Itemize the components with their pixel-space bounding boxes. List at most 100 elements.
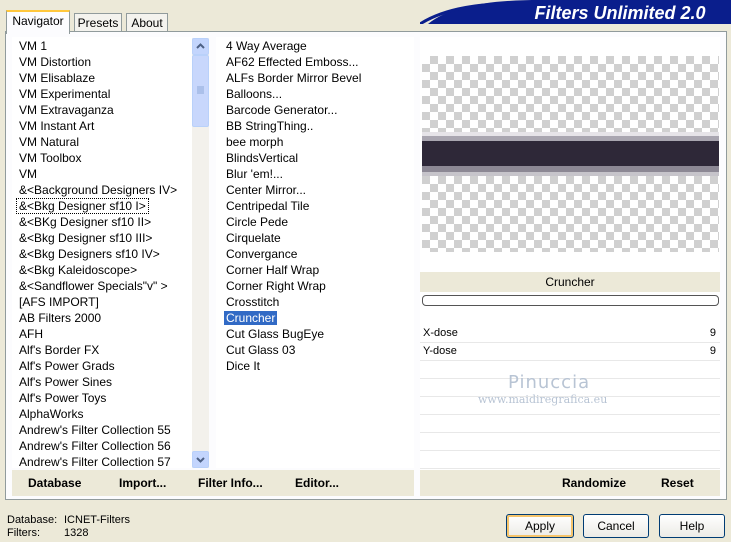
watermark-url: www.maidiregrafica.eu [478,393,608,406]
param-value: 9 [709,345,716,357]
list-item[interactable]: &<BKg Designer sf10 II> [17,214,153,230]
list-item[interactable]: Barcode Generator... [224,102,339,118]
list-item-label: Center Mirror... [226,183,307,197]
status-filters-label: Filters: [7,527,40,539]
list-item[interactable]: Dice It [224,358,262,374]
status-database-value: ICNET-Filters [64,514,130,526]
list-item-label: &<Bkg Designer sf10 III> [19,231,153,245]
list-item[interactable]: Cirquelate [224,230,283,246]
list-item-label: Dice It [226,359,261,373]
list-item[interactable]: Alf's Power Sines [17,374,114,390]
list-item[interactable]: VM Natural [17,134,81,150]
status-database-label: Database: [7,514,58,526]
list-item[interactable]: Blur 'em!... [224,166,285,182]
filter-info-button[interactable]: Filter Info... [198,476,263,490]
list-item[interactable]: &<Bkg Designers sf10 IV> [17,246,162,262]
list-item[interactable]: VM 1 [17,38,49,54]
list-item[interactable]: Crosstitch [224,294,281,310]
param-label: X-dose [423,327,458,339]
list-item[interactable]: Andrew's Filter Collection 55 [17,422,173,438]
param-row-x-dose[interactable]: X-dose 9 [420,325,720,343]
list-item[interactable]: VM Extravaganza [17,102,116,118]
list-item-label: VM Toolbox [19,151,82,165]
list-item-label: &<Background Designers IV> [19,183,178,197]
list-item[interactable]: Andrew's Filter Collection 56 [17,438,173,454]
apply-button[interactable]: Apply [506,514,574,538]
list-item[interactable]: &<Bkg Designer sf10 I> [16,198,149,214]
list-item[interactable]: VM Toolbox [17,150,83,166]
scroll-down-button[interactable] [192,451,209,468]
param-value: 9 [709,327,716,339]
list-item[interactable]: Balloons... [224,86,284,102]
list-item[interactable]: Alf's Power Toys [17,390,108,406]
tab-navigator[interactable]: Navigator [6,10,70,34]
list-item[interactable]: &<Sandflower Specials"v" > [17,278,170,294]
list-item[interactable]: bee morph [224,134,285,150]
list-item-label: Alf's Power Sines [19,375,112,389]
list-item[interactable]: &<Bkg Designer sf10 III> [17,230,154,246]
help-button[interactable]: Help [659,514,725,538]
list-item[interactable]: AF62 Effected Emboss... [224,54,361,70]
list-item[interactable]: Alf's Border FX [17,342,101,358]
watermark-name: Pinuccia [508,372,591,393]
cancel-button[interactable]: Cancel [583,514,649,538]
list-item[interactable]: Circle Pede [224,214,290,230]
list-item[interactable]: AFH [17,326,45,342]
filter-list[interactable]: 4 Way Average AF62 Effected Emboss... ALFs… [216,37,414,468]
editor-button[interactable]: Editor... [295,476,339,490]
list-item[interactable]: Convergance [224,246,299,262]
list-item[interactable]: Cruncher [224,310,278,326]
list-item[interactable]: VM Elisablaze [17,70,97,86]
list-item-label: VM Extravaganza [19,103,114,117]
list-item-label: VM Elisablaze [19,71,96,85]
tab-about[interactable]: About [126,13,168,32]
list-item-label: AlphaWorks [19,407,84,421]
list-item[interactable]: [AFS IMPORT] [17,294,101,310]
list-item-label: &<Bkg Designer sf10 I> [16,198,149,214]
scroll-up-button[interactable] [192,38,209,55]
list-item[interactable]: ALFs Border Mirror Bevel [224,70,363,86]
database-button[interactable]: Database [28,476,81,490]
list-item-label: Barcode Generator... [226,103,338,117]
list-item[interactable]: VM Distortion [17,54,93,70]
list-item[interactable]: Center Mirror... [224,182,308,198]
randomize-button[interactable]: Randomize [562,476,626,490]
list-item[interactable]: &<Bkg Kaleidoscope> [17,262,139,278]
list-item-label: Cruncher [224,311,278,325]
preview-image [422,56,719,252]
scroll-thumb[interactable] [192,55,209,127]
list-item[interactable]: Corner Half Wrap [224,262,321,278]
list-item[interactable]: Centripedal Tile [224,198,311,214]
list-item[interactable]: Cut Glass BugEye [224,326,326,342]
list-item[interactable]: Alf's Power Grads [17,358,117,374]
category-list[interactable]: VM 1 VM Distortion VM Elisablaze VM Experim… [12,37,192,468]
list-item-label: &<Bkg Designers sf10 IV> [19,247,160,261]
list-item[interactable]: VM Instant Art [17,118,96,134]
list-item[interactable]: BlindsVertical [224,150,300,166]
list-item-label: Circle Pede [226,215,289,229]
list-item[interactable]: Corner Right Wrap [224,278,328,294]
list-item[interactable]: &<Background Designers IV> [17,182,179,198]
list-item[interactable]: 4 Way Average [224,38,309,54]
reset-button[interactable]: Reset [661,476,694,490]
list-item[interactable]: Cut Glass 03 [224,342,297,358]
list-item-label: AB Filters 2000 [19,311,102,325]
category-scrollbar[interactable] [192,38,209,468]
list-item-label: ALFs Border Mirror Bevel [226,71,362,85]
list-item-label: &<BKg Designer sf10 II> [19,215,152,229]
list-item[interactable]: VM Experimental [17,86,112,102]
param-row-empty [420,433,720,451]
list-item[interactable]: BB StringThing.. [224,118,315,134]
list-item-label: [AFS IMPORT] [19,295,99,309]
list-item-label: Cirquelate [226,231,281,245]
tab-presets[interactable]: Presets [74,13,122,32]
list-item[interactable]: AB Filters 2000 [17,310,103,326]
param-row-y-dose[interactable]: Y-dose 9 [420,343,720,361]
list-item[interactable]: Andrew's Filter Collection 57 [17,454,173,468]
status-database: Database: ICNET-Filters [7,514,130,526]
list-item[interactable]: AlphaWorks [17,406,85,422]
list-item-label: BB StringThing.. [226,119,314,133]
import-button[interactable]: Import... [119,476,166,490]
list-item-label: Andrew's Filter Collection 56 [19,439,171,453]
list-item[interactable]: VM [17,166,39,182]
